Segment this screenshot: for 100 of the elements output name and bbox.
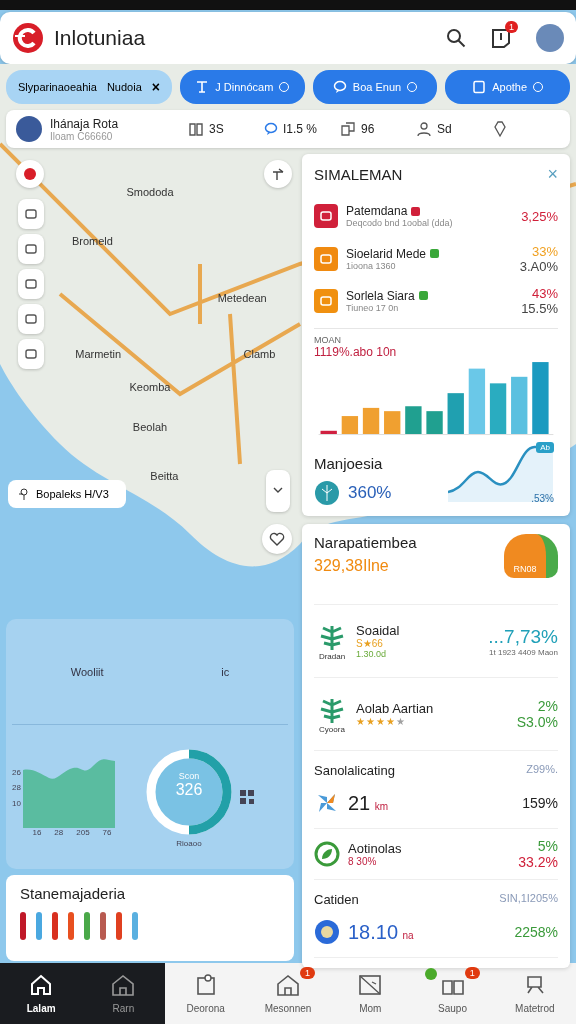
map-label: Beolah: [132, 420, 168, 433]
item-value: 2%: [537, 698, 558, 714]
chart-label: MOAN: [314, 335, 342, 346]
item-name: Aolab Aartian: [356, 701, 434, 716]
map-label: Keomba: [129, 380, 171, 393]
chevron-icon: [273, 487, 283, 495]
ring-label: Scon: [178, 770, 200, 781]
item-value: 2258%: [514, 924, 558, 940]
icon-caption: Dradan: [318, 651, 346, 661]
panel-value: 329,38Ilne: [314, 557, 390, 575]
item-subtitle: Tiuneo 17 0n: [346, 302, 400, 313]
book-icon: [188, 121, 204, 137]
bar: [489, 383, 507, 435]
panel-title: Narapatiembea: [314, 534, 417, 551]
map-tool-button[interactable]: [18, 199, 44, 229]
item-name: Soaidal: [356, 623, 400, 638]
item-value: 5%: [537, 838, 558, 854]
item-name: Patemdana: [346, 204, 408, 219]
filter-chip[interactable]: Slyparinaoeahia Nudoia ×: [6, 70, 172, 104]
app-title: Inlotuniaa: [54, 26, 147, 50]
map-icon: [358, 973, 383, 997]
star-rating: ★★★★★: [356, 716, 406, 727]
pin-icon: [18, 488, 30, 500]
bar: [426, 411, 443, 435]
logo-icon: [12, 22, 44, 54]
bar: [447, 393, 464, 435]
item-secondary: 15.5%: [521, 300, 558, 316]
document-icon: [472, 80, 487, 94]
person-icon: [416, 121, 432, 137]
bar: [362, 407, 380, 435]
nav-tab[interactable]: Mesonnen 1: [246, 963, 330, 1024]
chat-bubble-icon: [332, 80, 347, 94]
note-icon: [194, 973, 217, 997]
item-secondary: 3.A0%: [519, 258, 558, 274]
item-subtitle: 8 30%: [348, 856, 378, 867]
item-value: 33%: [531, 243, 558, 259]
notification-badge: 1: [505, 21, 518, 33]
item-subtitle: 1.30.0d: [356, 649, 388, 659]
map-label: Smododa: [126, 186, 174, 199]
item-name: Sorlela Siara: [346, 288, 415, 303]
action-button[interactable]: Boa Enun: [312, 70, 438, 104]
bar: [468, 368, 486, 435]
metric-value: 21 km: [348, 791, 389, 815]
stat-value: 96: [361, 122, 375, 136]
bar: [511, 376, 528, 435]
app-icon: [314, 288, 338, 313]
map-search-chip[interactable]: Bopaleks H/V3: [8, 480, 126, 508]
bar: [341, 416, 359, 435]
zoom-control[interactable]: [266, 470, 290, 512]
app-icon: [314, 204, 338, 229]
nav-tab[interactable]: Deorona: [164, 963, 247, 1024]
map-tool-button[interactable]: [18, 304, 44, 334]
item-value: 43%: [531, 285, 558, 301]
action-button[interactable]: Apothe: [445, 70, 570, 104]
nav-tab[interactable]: Lalam: [0, 963, 83, 1024]
pin-icon: [492, 120, 508, 138]
stat-value: 3S: [209, 122, 224, 136]
section-note: Z99%.: [526, 763, 558, 777]
text-icon: [195, 80, 210, 94]
section-note: SIN,1I205%: [499, 892, 558, 906]
axis-label: 10: [12, 798, 21, 808]
info-subtitle: Iloam C66660: [50, 130, 114, 142]
app-icon: [314, 246, 338, 271]
item-secondary: S3.0%: [516, 714, 558, 730]
map-tool-button[interactable]: [18, 339, 44, 369]
bar: [320, 430, 337, 435]
item-value: 159%: [522, 795, 558, 811]
stat-value: Sd: [437, 122, 452, 136]
axis-label: 76: [102, 827, 112, 837]
notification-badge: 1: [464, 967, 480, 979]
section-title: Sanolalicating: [314, 763, 395, 778]
action-button[interactable]: J Dinnócam: [179, 70, 305, 104]
record-icon: [23, 167, 37, 181]
axis-label: 28: [12, 783, 21, 792]
axis-label: 205: [76, 827, 90, 837]
map-label: Marmetin: [75, 348, 122, 361]
chart-value: 1119%.abo 10n: [314, 345, 398, 360]
bar: [405, 406, 422, 435]
map-label: Beitta: [150, 469, 179, 482]
panel-label: ic: [221, 665, 230, 678]
item-value: ...7,73%: [488, 625, 558, 648]
avatar[interactable]: [536, 24, 564, 52]
map-tool-button[interactable]: [18, 234, 44, 264]
trend-badge: Ab: [536, 442, 554, 453]
map-tool-button[interactable]: [18, 269, 44, 299]
item-subtitle: 1ioona 1360: [346, 260, 397, 271]
close-icon[interactable]: ×: [151, 79, 160, 95]
nav-tab[interactable]: Saupo 1: [411, 963, 494, 1024]
nav-tab[interactable]: Matetrod: [493, 963, 576, 1024]
notification-badge: 1: [300, 967, 316, 979]
category-badge: RN08: [504, 534, 558, 578]
info-title: Ihánaja Rota: [50, 116, 120, 131]
nav-tab[interactable]: Rarn: [82, 963, 165, 1024]
direction-icon: [271, 167, 285, 181]
nav-tab[interactable]: Mom: [329, 963, 412, 1024]
location-thumbnail: [16, 116, 42, 142]
item-name: Aotinolas: [348, 841, 402, 856]
panel-title: SIMALEMAN: [314, 166, 403, 183]
stat-value: I1.5 %: [283, 122, 318, 136]
rating-text: S★66: [356, 638, 384, 649]
